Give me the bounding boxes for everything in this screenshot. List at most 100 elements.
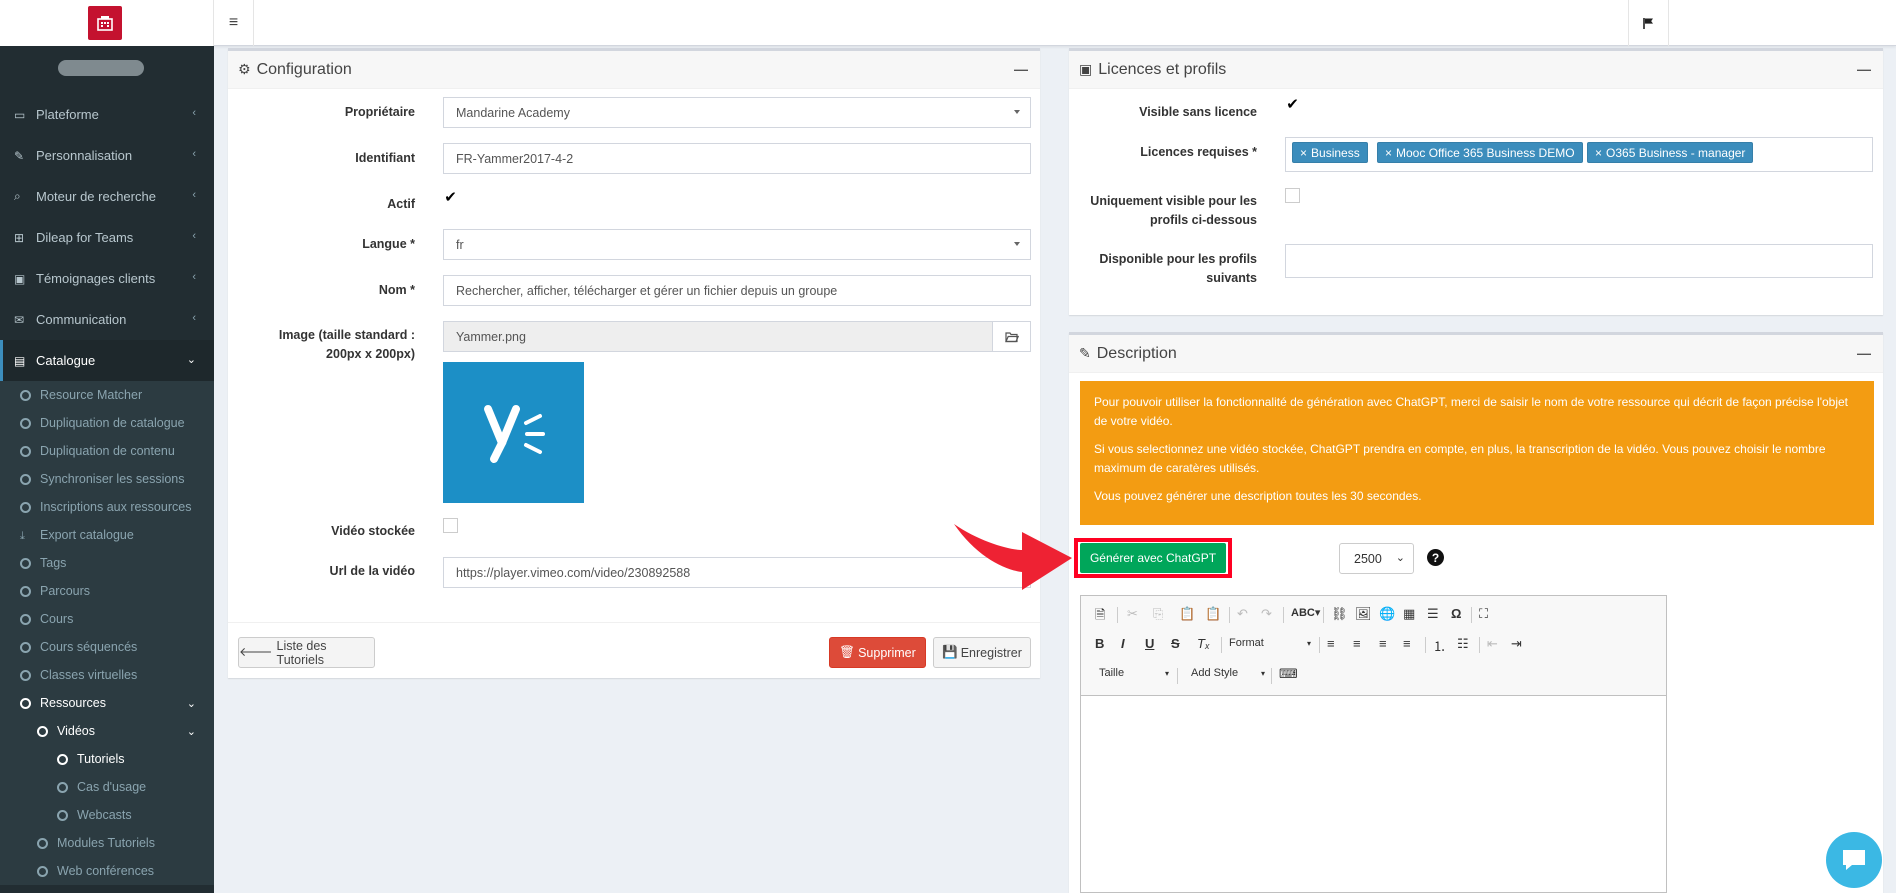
remove-tag-icon[interactable]: × — [1300, 146, 1307, 160]
link-icon[interactable]: ⛓ — [1331, 606, 1348, 622]
sidebar-item-communication[interactable]: ✉ Communication ‹ — [0, 299, 214, 340]
panel-title: Description — [1096, 344, 1177, 362]
style-dropdown[interactable]: Add Style ▾ — [1191, 667, 1265, 679]
maximize-icon[interactable]: ⛶ — [1479, 606, 1488, 622]
italic-icon[interactable]: I — [1121, 636, 1125, 651]
sidebar-item-catalogue[interactable]: ▤ Catalogue ⌄ — [0, 340, 214, 381]
sidebar-subitem[interactable]: Webcasts — [0, 801, 214, 829]
indent-icon[interactable]: ⇥ — [1511, 636, 1522, 652]
video-url-input[interactable]: https://player.vimeo.com/video/230892588 — [443, 557, 1031, 588]
format-dropdown[interactable]: Format ▾ — [1229, 637, 1311, 649]
name-input[interactable]: Rechercher, afficher, télécharger et gér… — [443, 275, 1031, 306]
back-to-list-button[interactable]: 🡐 Liste des Tutoriels — [238, 637, 375, 668]
image-filename-input[interactable]: Yammer.png — [443, 321, 993, 352]
bold-icon[interactable]: B — [1095, 636, 1104, 651]
available-profiles-input[interactable] — [1285, 244, 1873, 278]
keyboard-icon[interactable]: ⌨ — [1279, 666, 1298, 682]
sidebar-subitem[interactable]: Synchroniser les sessions — [0, 465, 214, 493]
max-chars-value: 2500 — [1354, 551, 1382, 566]
remove-tag-icon[interactable]: × — [1385, 146, 1392, 160]
paste-icon[interactable]: 📋 — [1179, 606, 1195, 622]
active-checkbox[interactable]: ✔ — [443, 190, 458, 206]
sidebar-subitem[interactable]: Inscriptions aux ressources — [0, 493, 214, 521]
underline-icon[interactable]: U — [1145, 636, 1154, 651]
sidebar-subitem-ressources[interactable]: Ressources ⌄ — [0, 689, 214, 717]
only-visible-checkbox[interactable] — [1285, 188, 1300, 203]
stored-video-checkbox[interactable] — [443, 518, 458, 533]
licence-tag[interactable]: × O365 Business - manager — [1587, 142, 1754, 163]
collapse-icon[interactable]: — — [1857, 345, 1871, 361]
sidebar-item-moteur[interactable]: ⌕ Moteur de recherche ‹ — [0, 176, 214, 217]
delete-button[interactable]: 🗑 Supprimer — [829, 637, 926, 668]
bullet-list-icon[interactable]: ☷ — [1457, 636, 1469, 652]
sidebar-subitem[interactable]: Cours séquencés — [0, 633, 214, 661]
owner-select[interactable]: Mandarine Academy — [443, 97, 1031, 128]
sidebar-item-temoignages[interactable]: ▣ Témoignages clients ‹ — [0, 258, 214, 299]
size-dropdown[interactable]: Taille ▾ — [1099, 667, 1169, 679]
panel-header: ⚙ Configuration — — [228, 51, 1040, 89]
strikethrough-icon[interactable]: S — [1171, 636, 1180, 651]
cut-icon[interactable]: ✂ — [1127, 606, 1138, 622]
sidebar-subitem[interactable]: Web conférences — [0, 857, 214, 885]
sidebar-item-label: Dileap for Teams — [36, 230, 134, 245]
editor-content-area[interactable] — [1081, 696, 1666, 892]
licence-tag[interactable]: × Business — [1292, 142, 1368, 163]
save-button[interactable]: 💾 Enregistrer — [933, 637, 1031, 668]
generate-chatgpt-button[interactable]: Générer avec ChatGPT — [1080, 543, 1226, 573]
sidebar-subitem[interactable]: Dupliquation de catalogue — [0, 409, 214, 437]
language-select[interactable]: fr — [443, 229, 1031, 260]
collapse-icon[interactable]: — — [1014, 61, 1028, 77]
align-right-icon[interactable]: ≡ — [1379, 636, 1387, 651]
licence-tag[interactable]: × Mooc Office 365 Business DEMO — [1377, 142, 1583, 163]
remove-tag-icon[interactable]: × — [1595, 146, 1602, 160]
size-label: Taille — [1099, 667, 1125, 679]
help-icon[interactable]: ? — [1427, 549, 1444, 566]
paste-text-icon[interactable]: 📋 — [1205, 606, 1221, 622]
max-chars-select[interactable]: 2500 ⌄ — [1339, 543, 1414, 574]
align-justify-icon[interactable]: ≡ — [1403, 636, 1411, 651]
sidebar-subitem[interactable]: Resource Matcher — [0, 381, 214, 409]
table-icon[interactable]: ▦ — [1403, 606, 1415, 622]
image-icon[interactable]: 🖼 — [1355, 606, 1372, 622]
id-label: Identifiant — [355, 151, 415, 165]
undo-icon[interactable]: ↶ — [1237, 606, 1248, 622]
redo-icon[interactable]: ↷ — [1261, 606, 1272, 622]
sidebar-item-dileap[interactable]: ⊞ Dileap for Teams ‹ — [0, 217, 214, 258]
numbered-list-icon[interactable]: ⒈ — [1433, 636, 1446, 655]
collapse-icon[interactable]: — — [1857, 61, 1871, 77]
flag-icon[interactable] — [1628, 0, 1668, 46]
globe-icon[interactable]: 🌐 — [1379, 606, 1395, 622]
align-center-icon[interactable]: ≡ — [1353, 636, 1361, 651]
sidebar-subitem[interactable]: Classes virtuelles — [0, 661, 214, 689]
sidebar-item-label: Personnalisation — [36, 148, 133, 163]
panel-title: Licences et profils — [1098, 60, 1227, 78]
outdent-icon[interactable]: ⇤ — [1487, 636, 1498, 652]
chevron-down-icon: ⌄ — [186, 354, 196, 366]
sidebar-subitem[interactable]: Modules Tutoriels — [0, 829, 214, 857]
special-char-icon[interactable]: Ω — [1451, 606, 1461, 621]
remove-format-icon[interactable]: Tₓ — [1197, 636, 1210, 651]
id-input[interactable]: FR-Yammer2017-4-2 — [443, 143, 1031, 174]
chat-support-icon[interactable] — [1826, 832, 1882, 888]
visible-without-licence-checkbox[interactable]: ✔ — [1285, 97, 1300, 113]
sidebar-subitem[interactable]: Cas d'usage — [0, 773, 214, 801]
brand-logo[interactable] — [88, 6, 122, 40]
sidebar-subitem[interactable]: Parcours — [0, 577, 214, 605]
sidebar-subitem[interactable]: ⤓ Export catalogue — [0, 521, 214, 549]
copy-icon[interactable]: ⎘ — [1153, 606, 1163, 622]
sidebar-subitem[interactable]: Dupliquation de contenu — [0, 437, 214, 465]
menu-toggle-icon[interactable]: ≡ — [214, 0, 254, 46]
spellcheck-icon[interactable]: ABC▾ — [1291, 606, 1320, 619]
align-left-icon[interactable]: ≡ — [1327, 636, 1335, 651]
sidebar-subitem-videos[interactable]: Vidéos ⌄ — [0, 717, 214, 745]
sidebar-subitem[interactable]: Cours — [0, 605, 214, 633]
user-menu[interactable] — [1668, 0, 1896, 46]
sidebar-subitem[interactable]: Tags — [0, 549, 214, 577]
folder-open-icon[interactable] — [992, 321, 1031, 352]
separator — [1229, 607, 1230, 623]
sidebar-item-personnalisation[interactable]: ✎ Personnalisation ‹ — [0, 135, 214, 176]
preview-icon[interactable]: 🗎 — [1095, 606, 1105, 628]
sidebar-subitem-tutoriels[interactable]: Tutoriels — [0, 745, 214, 773]
sidebar-item-plateforme[interactable]: ▭ Plateforme ‹ — [0, 94, 214, 135]
horizontal-rule-icon[interactable]: ☰ — [1427, 606, 1439, 622]
